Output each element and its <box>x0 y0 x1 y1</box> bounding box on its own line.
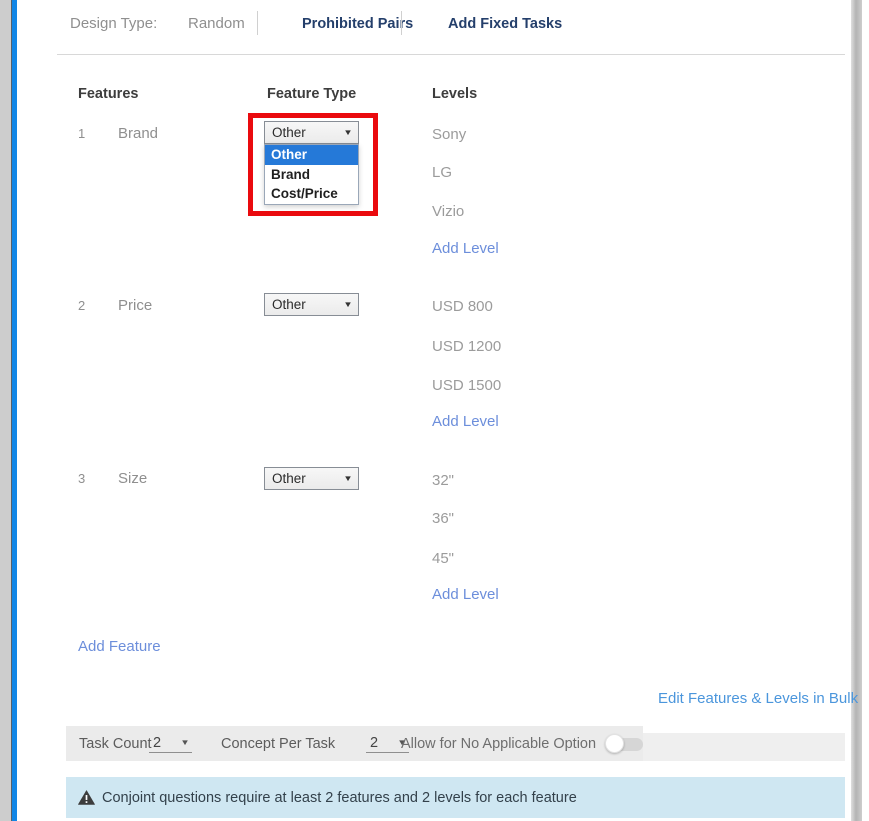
concept-per-task-label: Concept Per Task <box>221 736 335 752</box>
design-type-random[interactable]: Random <box>188 15 245 32</box>
separator <box>257 11 258 35</box>
add-level-link[interactable]: Add Level <box>432 240 499 257</box>
feature-name-brand[interactable]: Brand <box>118 125 158 142</box>
horizontal-divider <box>57 54 845 55</box>
feature-type-option-list: Other Brand Cost/Price <box>264 144 359 205</box>
warning-triangle-icon <box>78 790 95 805</box>
select-value: Other <box>272 297 306 312</box>
caret-down-icon: ▼ <box>343 300 353 309</box>
select-value: Other <box>272 125 306 140</box>
design-type-label: Design Type: <box>70 15 157 32</box>
add-fixed-tasks-link[interactable]: Add Fixed Tasks <box>448 16 562 32</box>
no-applicable-toggle[interactable] <box>605 734 643 753</box>
add-feature-link[interactable]: Add Feature <box>78 638 161 655</box>
prohibited-pairs-link[interactable]: Prohibited Pairs <box>302 16 413 32</box>
task-count-dropdown[interactable]: 2 ▼ <box>149 733 192 753</box>
level-value[interactable]: USD 1500 <box>432 377 501 394</box>
level-value[interactable]: Vizio <box>432 203 464 220</box>
level-value[interactable]: 32" <box>432 472 454 489</box>
feature-name-price[interactable]: Price <box>118 297 152 314</box>
option-cost-price[interactable]: Cost/Price <box>265 184 358 204</box>
no-applicable-option-label: Allow for No Applicable Option <box>401 736 596 752</box>
feature-name-size[interactable]: Size <box>118 470 147 487</box>
warning-message: Conjoint questions require at least 2 fe… <box>102 790 577 806</box>
add-level-link[interactable]: Add Level <box>432 586 499 603</box>
concept-per-task-value: 2 <box>370 735 378 751</box>
feature-type-select-size[interactable]: Other ▼ <box>264 467 359 490</box>
caret-down-icon: ▼ <box>343 128 353 137</box>
separator <box>401 11 402 35</box>
option-brand[interactable]: Brand <box>265 165 358 185</box>
warning-banner: Conjoint questions require at least 2 fe… <box>66 777 845 818</box>
blue-accent-bar <box>11 0 17 821</box>
feature-number: 2 <box>78 298 85 313</box>
level-value[interactable]: 36" <box>432 510 454 527</box>
feature-number: 1 <box>78 126 85 141</box>
feature-type-select-price[interactable]: Other ▼ <box>264 293 359 316</box>
window-left-gutter <box>0 0 11 821</box>
caret-down-icon: ▼ <box>180 738 190 747</box>
level-value[interactable]: LG <box>432 164 452 181</box>
toggle-knob <box>605 734 624 753</box>
features-column-header: Features <box>78 86 138 102</box>
task-count-value: 2 <box>153 735 161 751</box>
level-value[interactable]: USD 1200 <box>432 338 501 355</box>
levels-column-header: Levels <box>432 86 477 102</box>
option-other[interactable]: Other <box>265 145 358 165</box>
feature-type-column-header: Feature Type <box>267 86 356 102</box>
level-value[interactable]: Sony <box>432 126 466 143</box>
caret-down-icon: ▼ <box>343 474 353 483</box>
add-level-link[interactable]: Add Level <box>432 413 499 430</box>
level-value[interactable]: USD 800 <box>432 298 493 315</box>
feature-number: 3 <box>78 471 85 486</box>
edit-features-levels-bulk-link[interactable]: Edit Features & Levels in Bulk <box>658 690 858 707</box>
task-count-label: Task Count <box>79 736 152 752</box>
level-value[interactable]: 45" <box>432 550 454 567</box>
select-value: Other <box>272 471 306 486</box>
feature-type-select-brand[interactable]: Other ▼ <box>264 121 359 144</box>
